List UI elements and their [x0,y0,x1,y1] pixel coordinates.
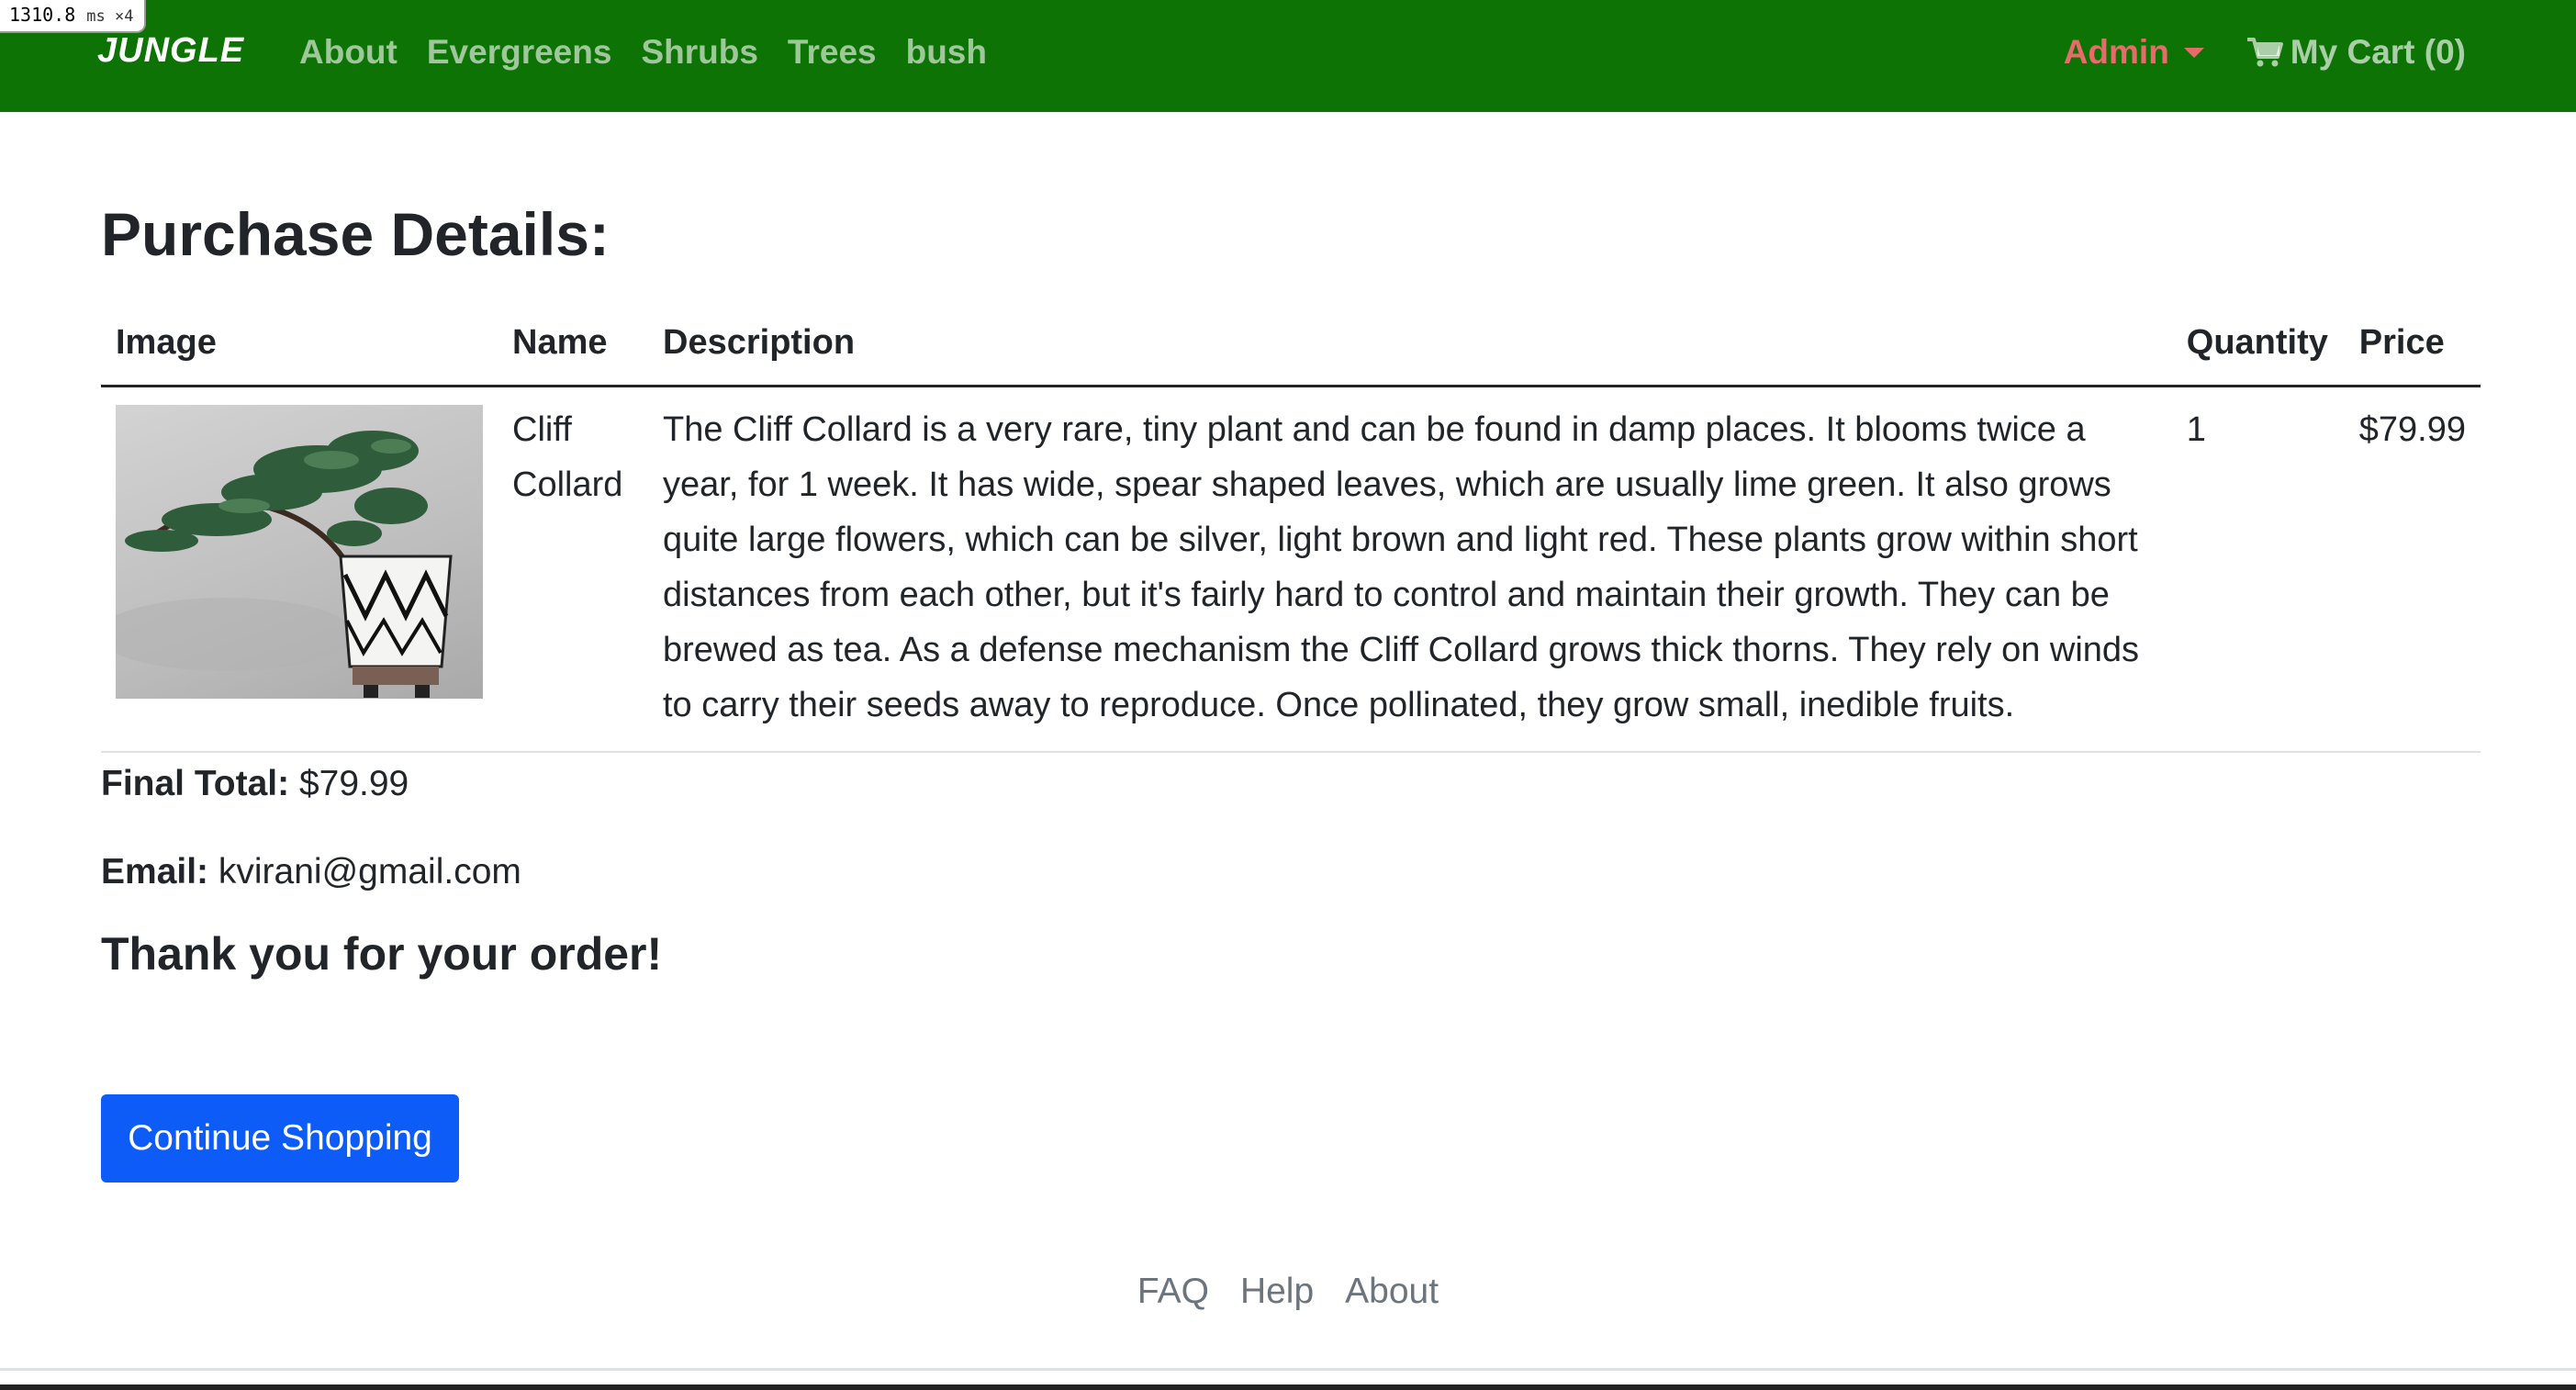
admin-label: Admin [2063,33,2169,71]
my-cart-link[interactable]: My Cart (0) [2246,33,2466,72]
footer-link-help[interactable]: Help [1240,1272,1314,1312]
header-description: Description [648,296,2172,387]
footer-link-faq[interactable]: FAQ [1137,1272,1209,1312]
final-total: Final Total: $79.99 [101,764,521,804]
product-price: $79.99 [2344,386,2481,753]
nav-link-shrubs[interactable]: Shrubs [641,33,757,72]
footer-link-about[interactable]: About [1345,1272,1439,1312]
header-name: Name [498,296,648,387]
final-total-value: $79.99 [298,764,409,803]
purchase-table: Image Name Description Quantity Price Cl… [101,296,2481,753]
nav-links: About Evergreens Shrubs Trees bush [299,33,1016,72]
image-cell [101,386,498,753]
email-value: kvirani@gmail.com [218,852,521,891]
order-summary: Final Total: $79.99 Email: kvirani@gmail… [101,764,521,940]
table-header-row: Image Name Description Quantity Price [101,296,2481,387]
product-description: The Cliff Collard is a very rare, tiny p… [648,386,2172,753]
header-quantity: Quantity [2171,296,2345,387]
table-row: Cliff Collard The Cliff Collard is a ver… [101,386,2481,753]
product-name: Cliff Collard [498,386,648,753]
top-navbar: JUNGLE About Evergreens Shrubs Trees bus… [0,0,2576,112]
page-title: Purchase Details: [101,200,610,268]
footer-divider [0,1368,2576,1371]
product-quantity: 1 [2171,386,2345,753]
header-image: Image [101,296,498,387]
footer-links: FAQ Help About [0,1272,2576,1312]
final-total-label: Final Total: [101,764,290,803]
nav-link-trees[interactable]: Trees [788,33,877,72]
header-price: Price [2344,296,2481,387]
window-bottom-edge [0,1384,2576,1390]
performance-badge: 1310.8 ms ×4 [0,0,147,33]
nav-link-evergreens[interactable]: Evergreens [427,33,612,72]
nav-link-bush[interactable]: bush [906,33,987,72]
brand-logo[interactable]: JUNGLE [97,31,244,71]
perf-value: 1310.8 [9,4,76,26]
nav-right: Admin My Cart (0) [2064,33,2466,72]
admin-dropdown[interactable]: Admin [2064,33,2204,72]
cart-label: My Cart (0) [2290,33,2466,71]
continue-shopping-button[interactable]: Continue Shopping [101,1094,459,1183]
perf-unit: ms ×4 [86,7,134,26]
bonsai-plant-photo [116,405,483,699]
nav-link-about[interactable]: About [299,33,398,72]
shopping-cart-icon [2246,37,2283,68]
email-label: Email: [101,852,209,891]
thank-you-message: Thank you for your order! [101,928,663,980]
email: Email: kvirani@gmail.com [101,852,521,892]
caret-down-icon [2183,47,2204,58]
